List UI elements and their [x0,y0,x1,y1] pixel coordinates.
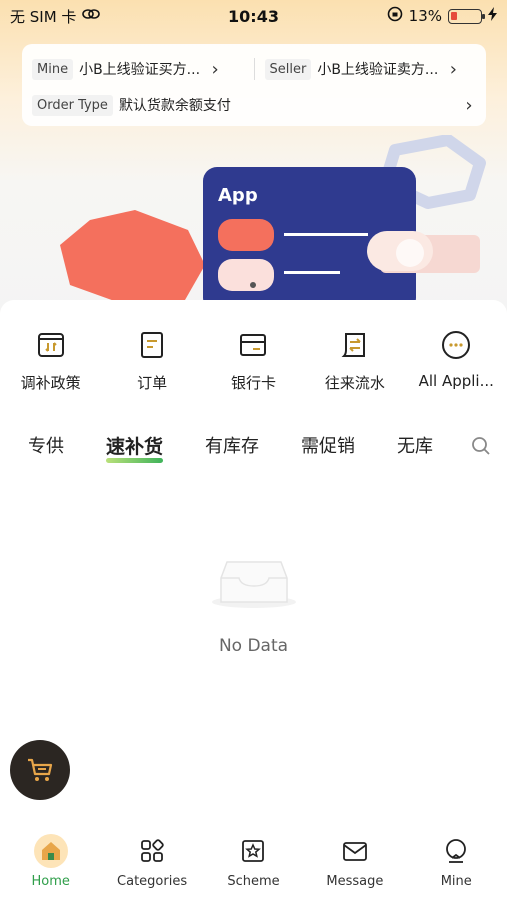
banner-illustration: App [60,134,486,312]
mine-selector[interactable]: Mine 小B上线验证买方... › [32,58,244,80]
mine-tag: Mine [32,58,74,80]
charging-icon [488,7,497,25]
carrier-label: 无 SIM 卡 [10,7,77,26]
cart-icon [28,758,53,781]
mine-value: 小B上线验证买方... [79,62,201,78]
chevron-right-icon: › [449,58,457,80]
order-type-tag: Order Type [32,94,113,116]
nav-message[interactable]: Message [305,826,405,900]
nav-categories[interactable]: Categories [102,826,202,900]
bottom-navigation: Home Categories Scheme Message Mine [0,826,507,900]
message-icon [338,834,372,868]
search-icon[interactable] [471,436,491,460]
nav-label: Scheme [227,874,280,889]
app-bank-card[interactable]: 银行卡 [205,328,301,410]
empty-state-label: No Data [218,636,289,656]
quick-apps-panel: 调补政策 订单 银行卡 往来流水 All Appli... [0,300,507,410]
app-order[interactable]: 订单 [104,328,200,410]
rotation-lock-icon [387,6,403,26]
tab-needs-promotion[interactable]: 需促销 [301,432,355,458]
app-transactions[interactable]: 往来流水 [307,328,403,410]
nav-label: Mine [440,874,472,889]
seller-value: 小B上线验证卖方... [317,62,439,78]
tab-quick-restock[interactable]: 速补货 [106,432,164,463]
app-all-applications[interactable]: All Appli... [408,328,504,410]
scheme-icon [236,834,270,868]
policy-icon [34,328,68,362]
nav-mine[interactable]: Mine [406,826,506,900]
more-icon [439,328,473,362]
nav-label: Home [31,874,70,889]
category-tabs: 专供 速补货 有库存 需促销 无库 [0,420,507,470]
clock: 10:43 [228,6,279,26]
nav-label: Message [326,874,384,889]
order-type-selector[interactable]: Order Type 默认货款余额支付 › [32,90,476,120]
tab-in-stock[interactable]: 有库存 [205,432,259,458]
app-label: 银行卡 [230,374,276,392]
app-label: 订单 [137,374,168,392]
tab-no-stock[interactable]: 无库 [397,432,433,458]
battery-icon [448,8,485,24]
status-bar: 无 SIM 卡 10:43 13% [0,0,507,32]
empty-state: No Data [0,550,507,656]
chevron-right-icon: › [211,58,219,80]
account-info-card: Mine 小B上线验证买方... › Seller 小B上线验证卖方... › … [22,44,486,126]
app-label: 往来流水 [324,374,385,392]
nav-label: Categories [117,874,188,889]
mine-icon [439,834,473,868]
chevron-right-icon: › [465,94,473,116]
banner-card-title: App [218,185,258,206]
home-icon [33,834,68,868]
categories-icon [135,834,169,868]
empty-inbox-icon [211,561,296,608]
app-label: All Appli... [418,372,494,390]
promo-banner[interactable]: App [0,134,507,312]
nav-home[interactable]: Home [1,826,101,900]
order-type-value: 默认货款余额支付 [118,98,231,114]
bank-card-icon [236,328,270,362]
order-icon [135,328,169,362]
tab-exclusive[interactable]: 专供 [28,432,64,458]
cart-button[interactable] [10,740,70,800]
app-policy[interactable]: 调补政策 [3,328,99,410]
battery-percent: 13% [408,7,442,25]
app-label: 调补政策 [20,374,81,392]
seller-tag: Seller [264,58,312,80]
link-icon [82,7,101,25]
divider [253,58,255,80]
nav-scheme[interactable]: Scheme [203,826,303,900]
transaction-icon [338,328,372,362]
seller-selector[interactable]: Seller 小B上线验证卖方... › [264,58,477,80]
